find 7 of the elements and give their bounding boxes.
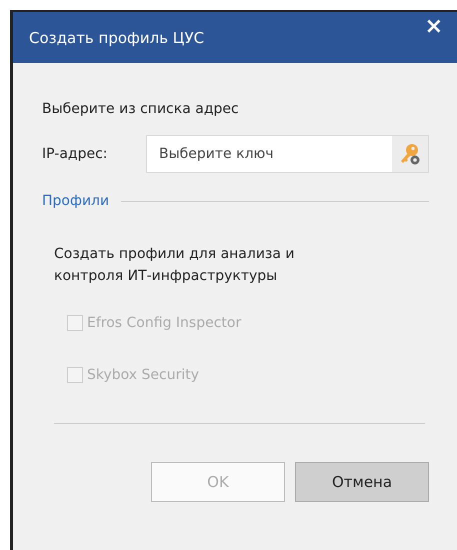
prompt-text: Выберите из списка адрес	[42, 101, 240, 117]
close-button[interactable]: ×	[410, 12, 457, 42]
window-title: Создать профиль ЦУС	[29, 28, 204, 46]
cancel-button[interactable]: Отмена	[295, 462, 429, 502]
section-title: Профили	[42, 193, 110, 209]
description-text: Создать профили для анализа и контроля ИТ-инфраструктуры	[53, 245, 296, 286]
ip-label: IP-адрес:	[42, 146, 108, 162]
